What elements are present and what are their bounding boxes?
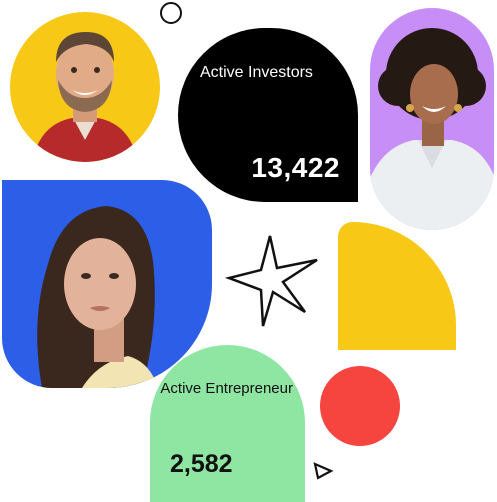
red-circle-decoration	[320, 366, 400, 446]
active-entrepreneur-card: Active Entrepreneur 2,582	[150, 345, 305, 502]
active-entrepreneur-label: Active Entrepreneur	[160, 380, 293, 397]
active-investors-label: Active Investors	[200, 64, 313, 81]
entrepreneur-photo-woman	[2, 180, 212, 388]
investor-photo-woman-curly	[370, 8, 494, 230]
yellow-quarter-shape	[338, 222, 456, 350]
investor-photo-man	[10, 12, 160, 162]
outline-circle-decoration	[160, 2, 182, 24]
triangle-outline-icon	[312, 461, 334, 481]
sparkle-star-icon	[225, 232, 321, 328]
active-investors-count: 13,422	[251, 152, 340, 183]
active-entrepreneur-count: 2,582	[170, 450, 233, 478]
active-investors-card: Active Investors 13,422	[178, 28, 358, 202]
